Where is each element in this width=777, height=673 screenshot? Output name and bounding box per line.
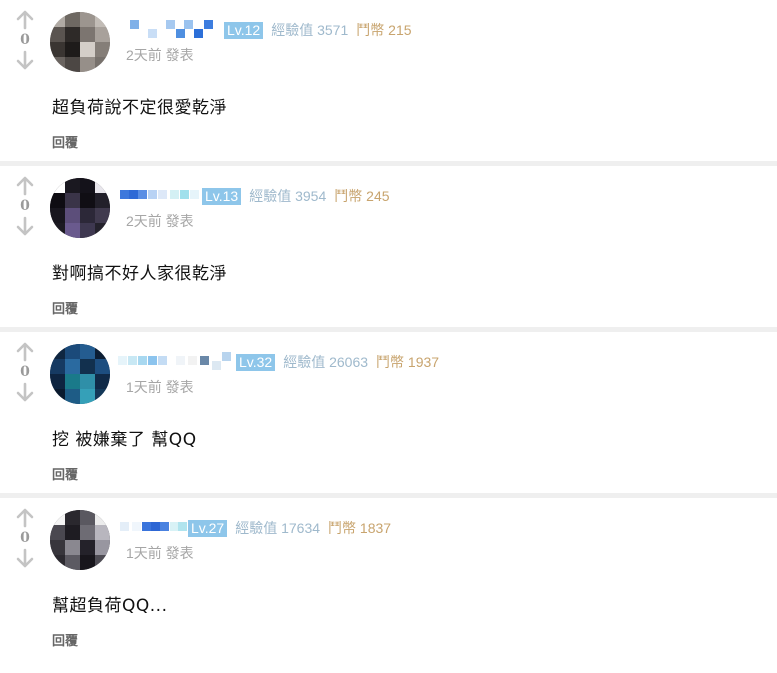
post-time: 2天前 發表 xyxy=(126,47,194,63)
arrow-up-icon[interactable] xyxy=(14,176,36,196)
coin-count: 鬥幣 215 xyxy=(356,22,412,38)
username-redacted[interactable] xyxy=(118,352,234,372)
vote-count: 0 xyxy=(20,364,30,380)
experience-points: 經驗值 3954 xyxy=(249,188,327,204)
coin-count: 鬥幣 1837 xyxy=(328,520,392,536)
username-redacted[interactable] xyxy=(118,518,187,538)
comment-item: 0 xyxy=(0,332,777,498)
arrow-up-icon[interactable] xyxy=(14,10,36,30)
vote-controls: 0 xyxy=(14,508,36,568)
arrow-down-icon[interactable] xyxy=(14,50,36,70)
arrow-down-icon[interactable] xyxy=(14,216,36,236)
comment-item: 0 xyxy=(0,0,777,166)
comment-list: 0 Lv.12 經驗值 3571 鬥幣 215 2天前 發表 超負荷說不定很愛乾… xyxy=(0,0,777,664)
vote-controls: 0 xyxy=(14,342,36,402)
comment-text: 幫超負荷QQ... xyxy=(52,596,168,616)
level-badge: Lv.13 xyxy=(202,187,242,205)
vote-controls: 0 xyxy=(14,176,36,236)
experience-points: 經驗值 3571 xyxy=(271,22,349,38)
arrow-down-icon[interactable] xyxy=(14,382,36,402)
arrow-up-icon[interactable] xyxy=(14,342,36,362)
comment-item: 0 xyxy=(0,498,777,664)
reply-button[interactable]: 回覆 xyxy=(52,298,78,317)
user-meta: Lv.12 經驗值 3571 鬥幣 215 xyxy=(118,20,412,40)
username-redacted[interactable] xyxy=(118,20,222,40)
user-meta: Lv.27 經驗值 17634 鬥幣 1837 xyxy=(118,518,391,538)
experience-points: 經驗值 26063 xyxy=(283,354,369,370)
level-badge: Lv.12 xyxy=(224,21,264,39)
coin-count: 鬥幣 245 xyxy=(334,188,390,204)
level-badge: Lv.32 xyxy=(236,353,276,371)
reply-button[interactable]: 回覆 xyxy=(52,630,78,649)
reply-button[interactable]: 回覆 xyxy=(52,132,78,151)
avatar[interactable] xyxy=(50,510,110,570)
username-redacted[interactable] xyxy=(118,186,200,206)
post-time: 1天前 發表 xyxy=(126,545,194,561)
avatar[interactable] xyxy=(50,344,110,404)
vote-count: 0 xyxy=(20,32,30,48)
coin-count: 鬥幣 1937 xyxy=(376,354,440,370)
avatar[interactable] xyxy=(50,12,110,72)
experience-points: 經驗值 17634 xyxy=(235,520,321,536)
user-meta: Lv.32 經驗值 26063 鬥幣 1937 xyxy=(118,352,439,372)
comment-text: 對啊搞不好人家很乾淨 xyxy=(52,264,227,284)
comment-item: 0 xyxy=(0,166,777,332)
reply-button[interactable]: 回覆 xyxy=(52,464,78,483)
vote-count: 0 xyxy=(20,198,30,214)
vote-count: 0 xyxy=(20,530,30,546)
arrow-up-icon[interactable] xyxy=(14,508,36,528)
user-meta: Lv.13 經驗值 3954 鬥幣 245 xyxy=(118,186,390,206)
arrow-down-icon[interactable] xyxy=(14,548,36,568)
avatar[interactable] xyxy=(50,178,110,238)
level-badge: Lv.27 xyxy=(188,519,228,537)
comment-text: 挖 被嫌棄了 幫QQ xyxy=(52,430,197,450)
post-time: 2天前 發表 xyxy=(126,213,194,229)
post-time: 1天前 發表 xyxy=(126,379,194,395)
comment-text: 超負荷說不定很愛乾淨 xyxy=(52,98,227,118)
vote-controls: 0 xyxy=(14,10,36,70)
